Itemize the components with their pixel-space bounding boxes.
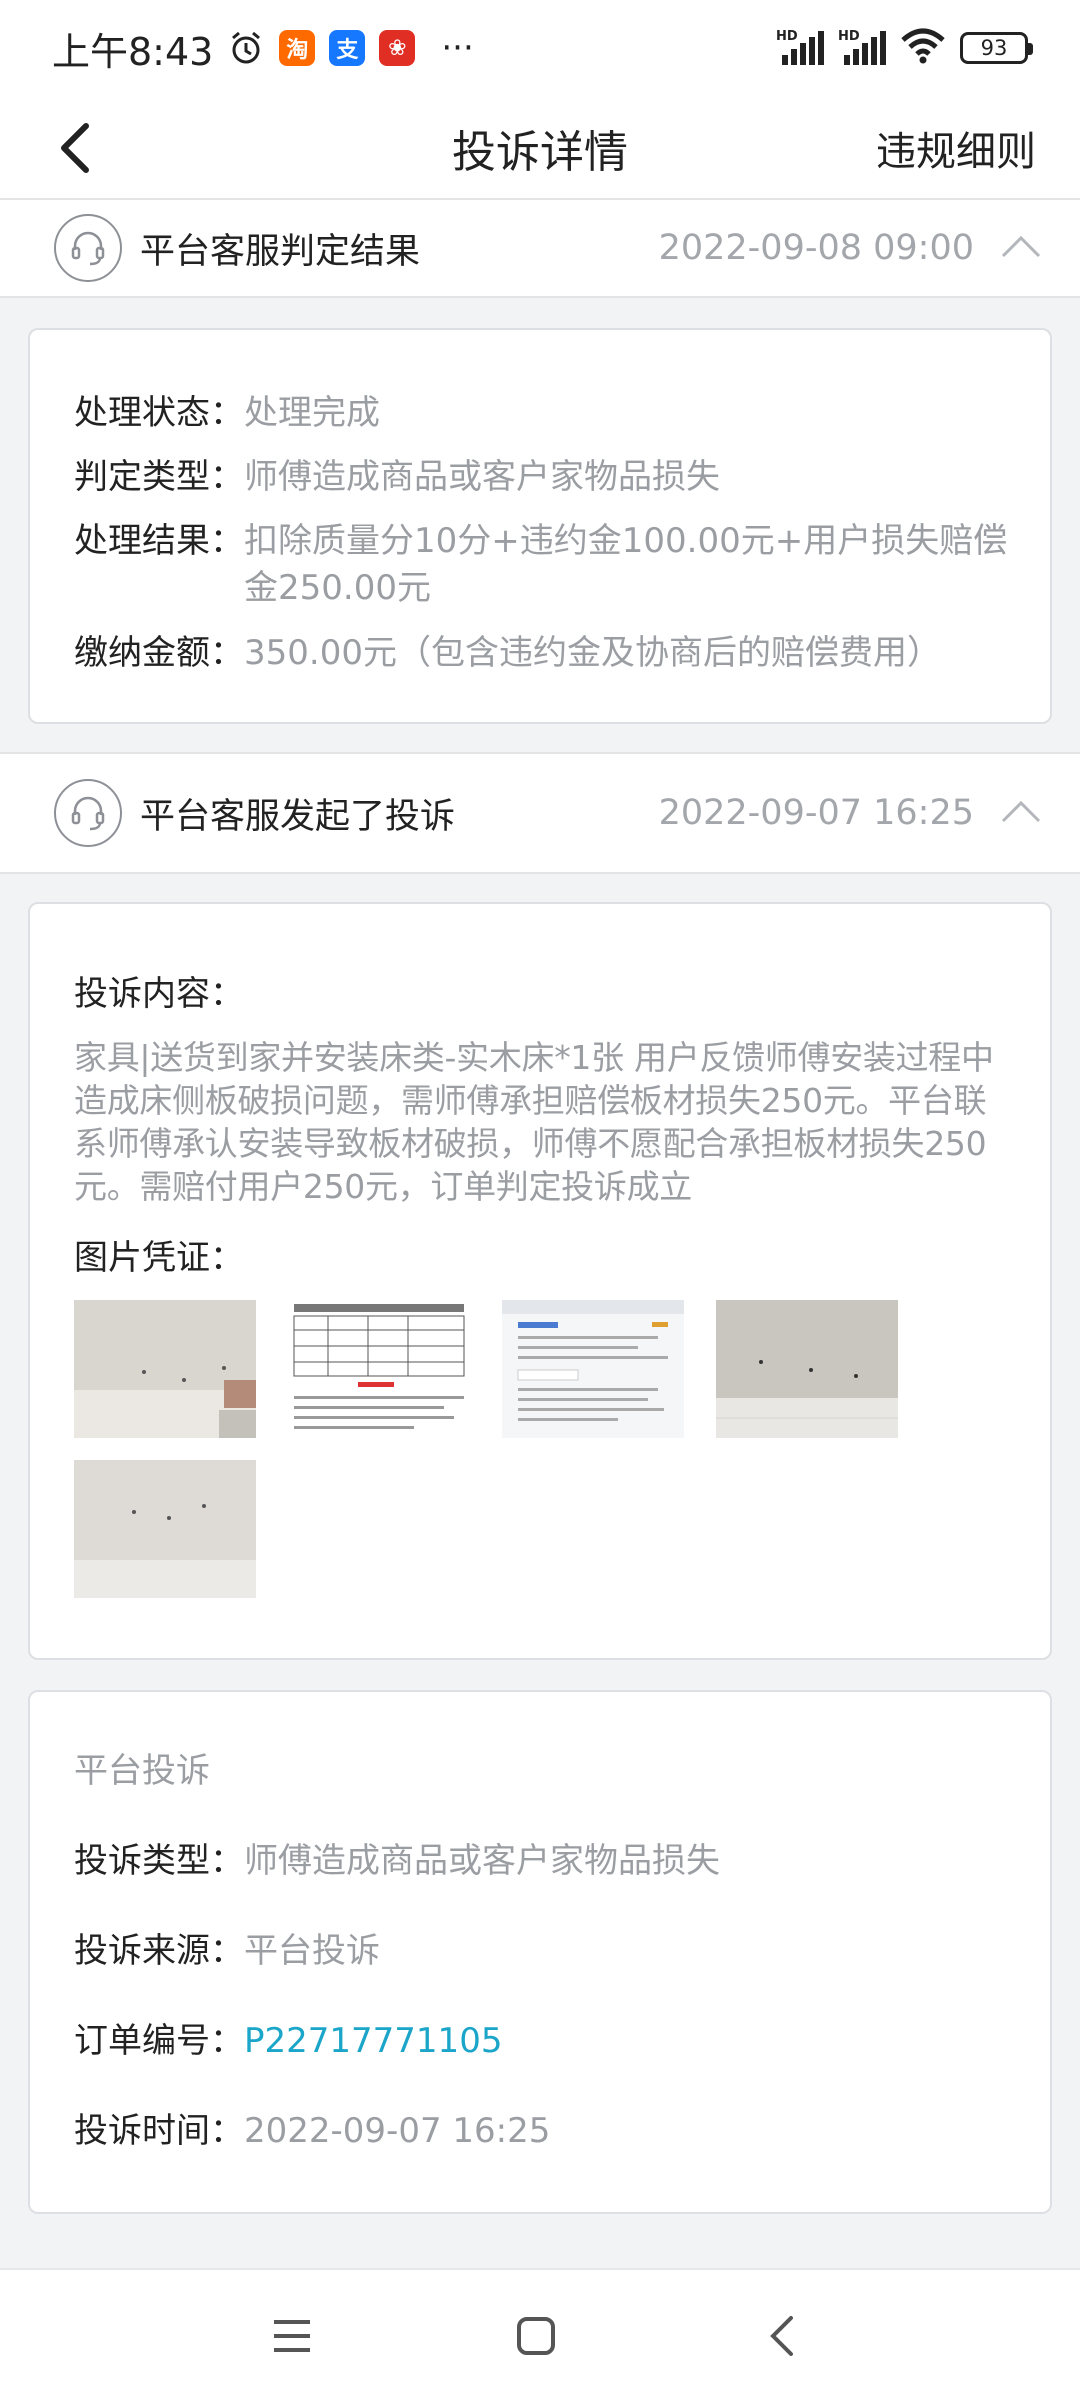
info-row: 投诉类型： 师傅造成商品或客户家物品损失 — [74, 1838, 1010, 1885]
more-notifications-icon: ··· — [441, 28, 474, 68]
back-button[interactable] — [46, 118, 106, 178]
detail-key: 缴纳金额： — [74, 633, 244, 673]
judgement-card: 处理状态： 处理完成 判定类型： 师傅造成商品或客户家物品损失 处理结果： 扣除… — [28, 328, 1052, 724]
menu-icon — [274, 2320, 310, 2352]
evidence-photo-1[interactable] — [74, 1300, 256, 1438]
evidence-photo-5[interactable] — [74, 1460, 256, 1598]
event-header-judgement[interactable]: 平台客服判定结果 2022-09-08 09:00 — [0, 198, 1080, 298]
nav-bar: 投诉详情 违规细则 — [0, 96, 1080, 200]
section-title-row: 平台投诉 — [74, 1748, 1010, 1795]
battery-icon: 93 — [960, 32, 1033, 64]
detail-row: 判定类型： 师傅造成商品或客户家物品损失 — [74, 454, 1010, 501]
info-value: 师傅造成商品或客户家物品损失 — [244, 1841, 720, 1881]
detail-value: 师傅造成商品或客户家物品损失 — [244, 457, 720, 497]
detail-key: 判定类型： — [74, 457, 244, 497]
detail-value: 350.00元（包含违约金及协商后的赔偿费用） — [244, 633, 941, 673]
rules-link[interactable]: 违规细则 — [876, 119, 1036, 177]
chevron-left-icon — [61, 123, 89, 173]
chevron-up-icon[interactable] — [1000, 233, 1042, 263]
detail-row: 处理结果： 扣除质量分10分+违约金100.00元+用户损失赔偿金250.00元 — [74, 518, 1010, 612]
event-title: 平台客服判定结果 — [140, 231, 421, 272]
photos-label: 图片凭证： — [74, 1238, 244, 1278]
home-square-icon — [517, 2317, 555, 2355]
info-key: 订单编号： — [74, 2021, 244, 2061]
home-button[interactable] — [506, 2306, 566, 2366]
detail-value: 扣除质量分10分+违约金100.00元+用户损失赔偿金250.00元 — [244, 521, 1008, 608]
pinduoduo-icon: ❀ — [379, 30, 416, 66]
evidence-photo-2[interactable] — [288, 1300, 470, 1438]
order-number-link[interactable]: P22717771105 — [244, 2018, 502, 2065]
evidence-photo-3[interactable] — [502, 1300, 684, 1438]
evidence-photo-4[interactable] — [716, 1300, 898, 1438]
detail-value: 处理完成 — [244, 393, 380, 433]
info-value: 平台投诉 — [244, 1931, 380, 1971]
event-time: 2022-09-08 09:00 — [658, 228, 974, 268]
info-key: 投诉时间： — [74, 2111, 244, 2151]
alipay-icon: 支 — [329, 30, 366, 66]
info-row: 投诉来源： 平台投诉 — [74, 1928, 1010, 1975]
detail-row: 处理状态： 处理完成 — [74, 390, 1010, 437]
status-bar: 上午8:43 淘 支 ❀ ··· HD HD 93 — [0, 0, 1080, 96]
signal-icon: HD — [776, 29, 824, 65]
headset-icon — [54, 214, 122, 282]
detail-row: 缴纳金额： 350.00元（包含违约金及协商后的赔偿费用） — [74, 630, 1010, 677]
detail-key: 处理结果： — [74, 521, 244, 561]
content-label: 投诉内容： — [74, 974, 244, 1014]
headset-icon — [54, 779, 122, 847]
taobao-icon: 淘 — [279, 30, 316, 66]
system-navigation-bar — [0, 2268, 1080, 2400]
signal-icon-2: HD — [838, 29, 886, 65]
info-row: 订单编号： P22717771105 — [74, 2018, 1010, 2065]
section-title: 平台投诉 — [74, 1751, 210, 1791]
info-row: 投诉时间： 2022-09-07 16:25 — [74, 2108, 1010, 2155]
chevron-up-icon[interactable] — [1000, 798, 1042, 828]
complaint-content-card: 投诉内容： 家具|送货到家并安装床类-实木床*1张 用户反馈师傅安装过程中造成床… — [28, 902, 1052, 1660]
info-key: 投诉类型： — [74, 1841, 244, 1881]
wifi-icon — [900, 28, 946, 68]
event-title: 平台客服发起了投诉 — [140, 796, 456, 837]
info-key: 投诉来源： — [74, 1931, 244, 1971]
back-triangle-icon — [770, 2316, 793, 2356]
alarm-icon — [227, 29, 265, 67]
status-time: 上午8:43 — [52, 29, 214, 74]
complaint-info-card: 平台投诉 投诉类型： 师傅造成商品或客户家物品损失 投诉来源： 平台投诉 订单编… — [28, 1690, 1052, 2214]
detail-key: 处理状态： — [74, 393, 244, 433]
event-header-complaint[interactable]: 平台客服发起了投诉 2022-09-07 16:25 — [0, 752, 1080, 874]
back-nav-button[interactable] — [752, 2306, 812, 2366]
menu-button[interactable] — [262, 2306, 322, 2366]
info-value: 2022-09-07 16:25 — [244, 2111, 551, 2151]
event-time: 2022-09-07 16:25 — [658, 793, 974, 833]
content-text: 家具|送货到家并安装床类-实木床*1张 用户反馈师傅安装过程中造成床侧板破损问题… — [74, 1038, 994, 1206]
